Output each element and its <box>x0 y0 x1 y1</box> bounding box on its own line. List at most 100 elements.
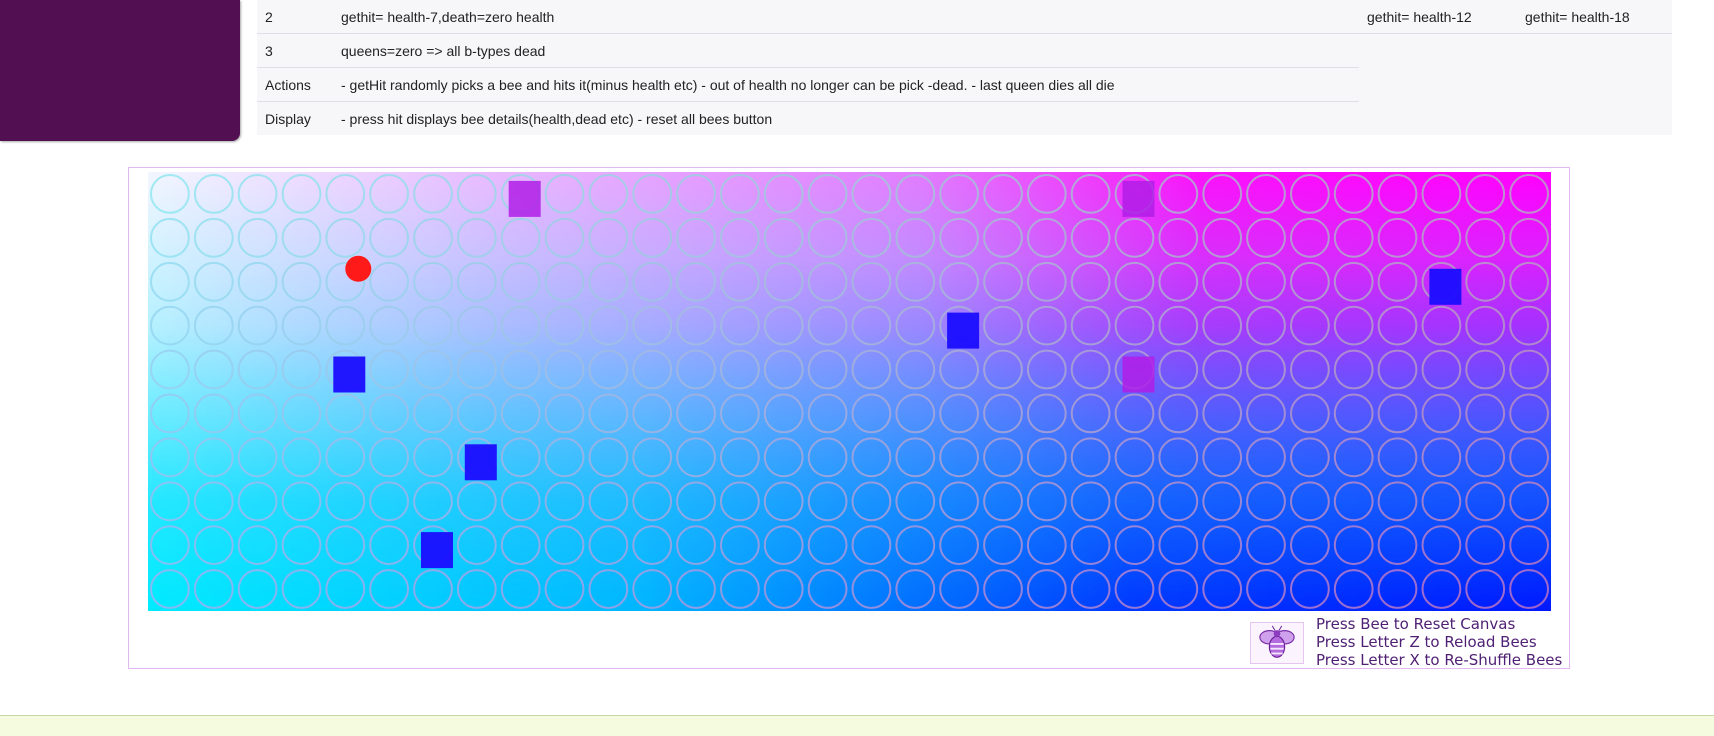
bee-cell[interactable] <box>1070 305 1111 346</box>
bee-cell[interactable] <box>544 174 585 214</box>
bee-cell[interactable] <box>851 437 892 478</box>
queen-bee-marker[interactable] <box>1122 356 1155 393</box>
bee-cell[interactable] <box>1202 437 1243 478</box>
bee-cell[interactable] <box>807 525 848 566</box>
bee-cell[interactable] <box>325 393 366 434</box>
bee-cell[interactable] <box>456 393 497 434</box>
bee-cell[interactable] <box>1509 217 1549 258</box>
bee-cell[interactable] <box>1290 437 1330 478</box>
bee-cell[interactable] <box>1509 525 1549 566</box>
bee-cell[interactable] <box>1070 349 1111 390</box>
bee-cell[interactable] <box>1158 174 1199 214</box>
bee-cell[interactable] <box>895 481 936 522</box>
bee-cell[interactable] <box>851 393 892 434</box>
bee-cell[interactable] <box>676 525 716 566</box>
bee-cell[interactable] <box>851 481 892 522</box>
bee-cell[interactable] <box>851 305 892 346</box>
bee-cell[interactable] <box>1026 261 1067 302</box>
bee-cell[interactable] <box>281 217 322 258</box>
bee-cell[interactable] <box>1509 393 1549 434</box>
bee-cell[interactable] <box>1158 481 1199 522</box>
bee-cell[interactable] <box>150 217 190 258</box>
bee-cell[interactable] <box>456 349 497 390</box>
bee-cell[interactable] <box>1377 349 1418 390</box>
bee-cell[interactable] <box>1246 525 1286 566</box>
bee-cell[interactable] <box>676 569 716 609</box>
queen-bee-marker[interactable] <box>1122 180 1155 217</box>
bee-cell[interactable] <box>1026 569 1067 609</box>
bee-cell[interactable] <box>1290 393 1330 434</box>
bee-cell[interactable] <box>1421 174 1462 214</box>
bee-cell[interactable] <box>150 481 190 522</box>
bee-cell[interactable] <box>193 481 234 522</box>
bee-cell[interactable] <box>720 569 760 609</box>
bee-cell[interactable] <box>369 393 410 434</box>
bee-cell[interactable] <box>588 569 629 609</box>
bee-cell[interactable] <box>325 525 366 566</box>
bee-cell[interactable] <box>1465 217 1506 258</box>
bee-cell[interactable] <box>150 393 190 434</box>
bee-cell[interactable] <box>983 569 1023 609</box>
bee-cell[interactable] <box>369 569 410 609</box>
bee-cell[interactable] <box>720 393 760 434</box>
bee-cell[interactable] <box>1114 481 1155 522</box>
bee-cell[interactable] <box>544 305 585 346</box>
bee-cell[interactable] <box>193 305 234 346</box>
bee-cell[interactable] <box>1465 481 1506 522</box>
bee-cell[interactable] <box>632 349 673 390</box>
bee-cell[interactable] <box>763 261 804 302</box>
bee-cell[interactable] <box>369 349 410 390</box>
bee-cell[interactable] <box>939 481 979 522</box>
bee-cell[interactable] <box>500 349 541 390</box>
queen-bee-marker[interactable] <box>508 180 541 217</box>
bee-cell[interactable] <box>325 481 366 522</box>
bee-cell[interactable] <box>763 217 804 258</box>
bee-cell[interactable] <box>939 261 979 302</box>
bee-cell[interactable] <box>1158 217 1199 258</box>
bee-cell[interactable] <box>588 393 629 434</box>
bee-cell[interactable] <box>456 525 497 566</box>
bee-cell[interactable] <box>1333 393 1374 434</box>
bee-cell[interactable] <box>676 217 716 258</box>
bee-cell[interactable] <box>1290 481 1330 522</box>
bee-cell[interactable] <box>150 437 190 478</box>
bee-cell[interactable] <box>193 261 234 302</box>
bee-cell[interactable] <box>1114 393 1155 434</box>
bee-cell[interactable] <box>1026 481 1067 522</box>
bee-cell[interactable] <box>1026 525 1067 566</box>
bee-cell[interactable] <box>720 437 760 478</box>
bee-cell[interactable] <box>150 174 190 214</box>
bee-cell[interactable] <box>544 481 585 522</box>
bee-cell[interactable] <box>763 525 804 566</box>
bee-cell[interactable] <box>1202 261 1243 302</box>
bee-cell[interactable] <box>544 525 585 566</box>
bee-cell[interactable] <box>895 349 936 390</box>
bee-cell[interactable] <box>1509 481 1549 522</box>
bee-cell[interactable] <box>150 305 190 346</box>
bee-cell[interactable] <box>632 261 673 302</box>
bee-cell[interactable] <box>895 525 936 566</box>
bee-cell[interactable] <box>456 174 497 214</box>
bee-cell[interactable] <box>1377 393 1418 434</box>
bee-cell[interactable] <box>1202 305 1243 346</box>
drone-bee-marker[interactable] <box>464 444 497 481</box>
bee-cell[interactable] <box>237 393 278 434</box>
bee-cell[interactable] <box>763 481 804 522</box>
bee-cell[interactable] <box>500 525 541 566</box>
bee-cell[interactable] <box>1158 393 1199 434</box>
drone-bee-marker[interactable] <box>333 356 366 393</box>
bee-cell[interactable] <box>1290 217 1330 258</box>
bee-cell[interactable] <box>413 481 453 522</box>
bee-cell[interactable] <box>1026 305 1067 346</box>
bee-cell[interactable] <box>1246 437 1286 478</box>
bee-cell[interactable] <box>763 349 804 390</box>
bee-cell[interactable] <box>281 349 322 390</box>
bee-cell[interactable] <box>720 481 760 522</box>
bee-cell[interactable] <box>676 305 716 346</box>
bee-cell[interactable] <box>500 481 541 522</box>
bee-cell[interactable] <box>851 569 892 609</box>
bee-cell[interactable] <box>369 525 410 566</box>
bee-cell[interactable] <box>851 174 892 214</box>
bee-cell[interactable] <box>763 437 804 478</box>
bee-cell[interactable] <box>1509 569 1549 609</box>
